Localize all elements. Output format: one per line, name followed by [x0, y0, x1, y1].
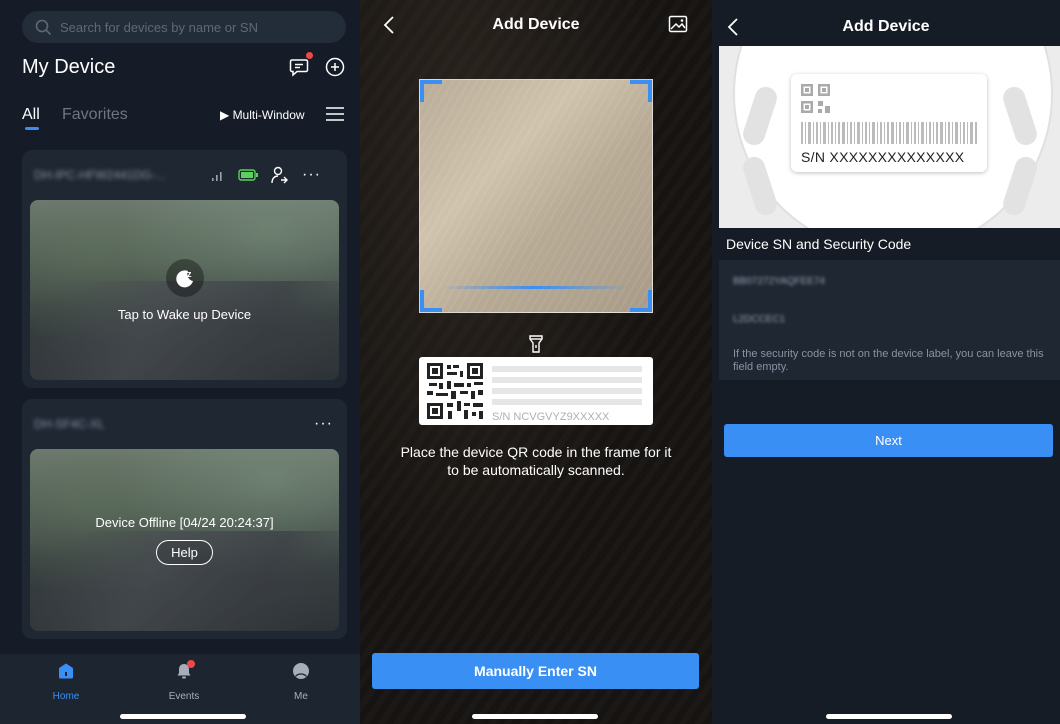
- nav-me[interactable]: Me: [266, 662, 336, 702]
- device-name: DH-IPC-HFW2441DG-...: [34, 168, 166, 182]
- help-button[interactable]: Help: [156, 540, 213, 565]
- qr-code-icon: [427, 363, 483, 419]
- plus-circle-icon: [325, 57, 345, 77]
- battery-icon: [238, 169, 258, 181]
- play-icon: ▶: [220, 108, 233, 122]
- tab-all[interactable]: All: [22, 106, 40, 124]
- device-preview[interactable]: Device Offline [04/24 20:24:37] Help: [30, 449, 339, 631]
- nav-home[interactable]: Home: [31, 662, 101, 702]
- device-name: DH-SF4C-XL: [34, 417, 105, 431]
- menu-icon[interactable]: [326, 106, 344, 122]
- events-badge: [187, 660, 195, 668]
- nav-home-label: Home: [52, 691, 80, 702]
- home-indicator: [826, 714, 952, 719]
- barcode-icon: [801, 122, 977, 144]
- device-card[interactable]: DH-SF4C-XL ··· Device Offline [04/24 20:…: [22, 399, 347, 639]
- scan-line: [440, 286, 632, 289]
- page-title: My Device: [22, 56, 116, 78]
- svg-text:z: z: [187, 269, 192, 279]
- device-card[interactable]: DH-IPC-HFW2441DG-... ··· z Tap to Wake u…: [22, 150, 347, 388]
- scan-qr-screen: Add Device S/N NCVGVYZ9XXXXX Place the d…: [360, 0, 712, 724]
- enter-sn-screen: Add Device S/N XXXXXXXXXXXXXX Device SN …: [712, 0, 1060, 724]
- home-icon: [59, 663, 73, 679]
- message-icon: [289, 59, 309, 77]
- sample-sn: S/N NCVGVYZ9XXXXX: [492, 411, 610, 423]
- security-code-input[interactable]: L2DCCEC1: [719, 298, 1060, 342]
- scan-frame: [419, 79, 653, 313]
- nav-me-label: Me: [294, 691, 308, 702]
- message-badge: [306, 52, 313, 59]
- sample-label: S/N NCVGVYZ9XXXXX: [419, 357, 653, 425]
- nav-events-label: Events: [168, 691, 200, 702]
- messages-button[interactable]: [288, 52, 313, 78]
- sleep-icon: z: [165, 258, 204, 297]
- multi-window-label: Multi-Window: [232, 108, 305, 122]
- device-offline-text: Device Offline [04/24 20:24:37]: [95, 515, 274, 530]
- device-label-illustration: S/N XXXXXXXXXXXXXX: [719, 46, 1060, 228]
- section-title: Device SN and Security Code: [726, 236, 912, 252]
- scan-hint: Place the device QR code in the frame fo…: [400, 444, 672, 478]
- wake-device-text[interactable]: Tap to Wake up Device: [118, 307, 251, 322]
- my-device-screen: Search for devices by name or SN My Devi…: [0, 0, 360, 724]
- home-indicator: [472, 714, 598, 719]
- device-label: S/N XXXXXXXXXXXXXX: [791, 74, 987, 172]
- gallery-icon[interactable]: [668, 14, 688, 34]
- device-preview[interactable]: z Tap to Wake up Device: [30, 200, 339, 380]
- qr-code-icon: [801, 84, 830, 113]
- security-code-value: L2DCCEC1: [733, 314, 786, 325]
- page-title: Add Device: [842, 18, 930, 35]
- nav-events[interactable]: Events: [149, 660, 219, 702]
- add-device-button[interactable]: [324, 56, 346, 78]
- next-button[interactable]: Next: [724, 424, 1053, 457]
- page-title: Add Device: [492, 16, 580, 33]
- more-options-button[interactable]: ···: [314, 415, 333, 433]
- more-options-button[interactable]: ···: [302, 166, 321, 184]
- multi-window-button[interactable]: ▶ Multi-Window: [220, 108, 305, 122]
- home-indicator: [120, 714, 246, 719]
- tab-favorites[interactable]: Favorites: [62, 106, 128, 124]
- search-icon: [35, 19, 51, 35]
- manually-enter-sn-button[interactable]: Manually Enter SN: [372, 653, 699, 689]
- flashlight-icon[interactable]: [528, 334, 544, 354]
- sn-value: BB07272YAQFEE74: [733, 276, 826, 287]
- search-placeholder: Search for devices by name or SN: [60, 20, 258, 35]
- label-sn-text: S/N XXXXXXXXXXXXXX: [801, 149, 965, 165]
- profile-icon: [293, 663, 309, 679]
- security-note: If the security code is not on the devic…: [733, 348, 1044, 373]
- security-note-row: If the security code is not on the devic…: [719, 340, 1060, 380]
- signal-icon: [212, 172, 222, 181]
- tab-active-indicator: [25, 127, 39, 130]
- search-input[interactable]: Search for devices by name or SN: [22, 11, 346, 43]
- share-icon[interactable]: [270, 166, 290, 184]
